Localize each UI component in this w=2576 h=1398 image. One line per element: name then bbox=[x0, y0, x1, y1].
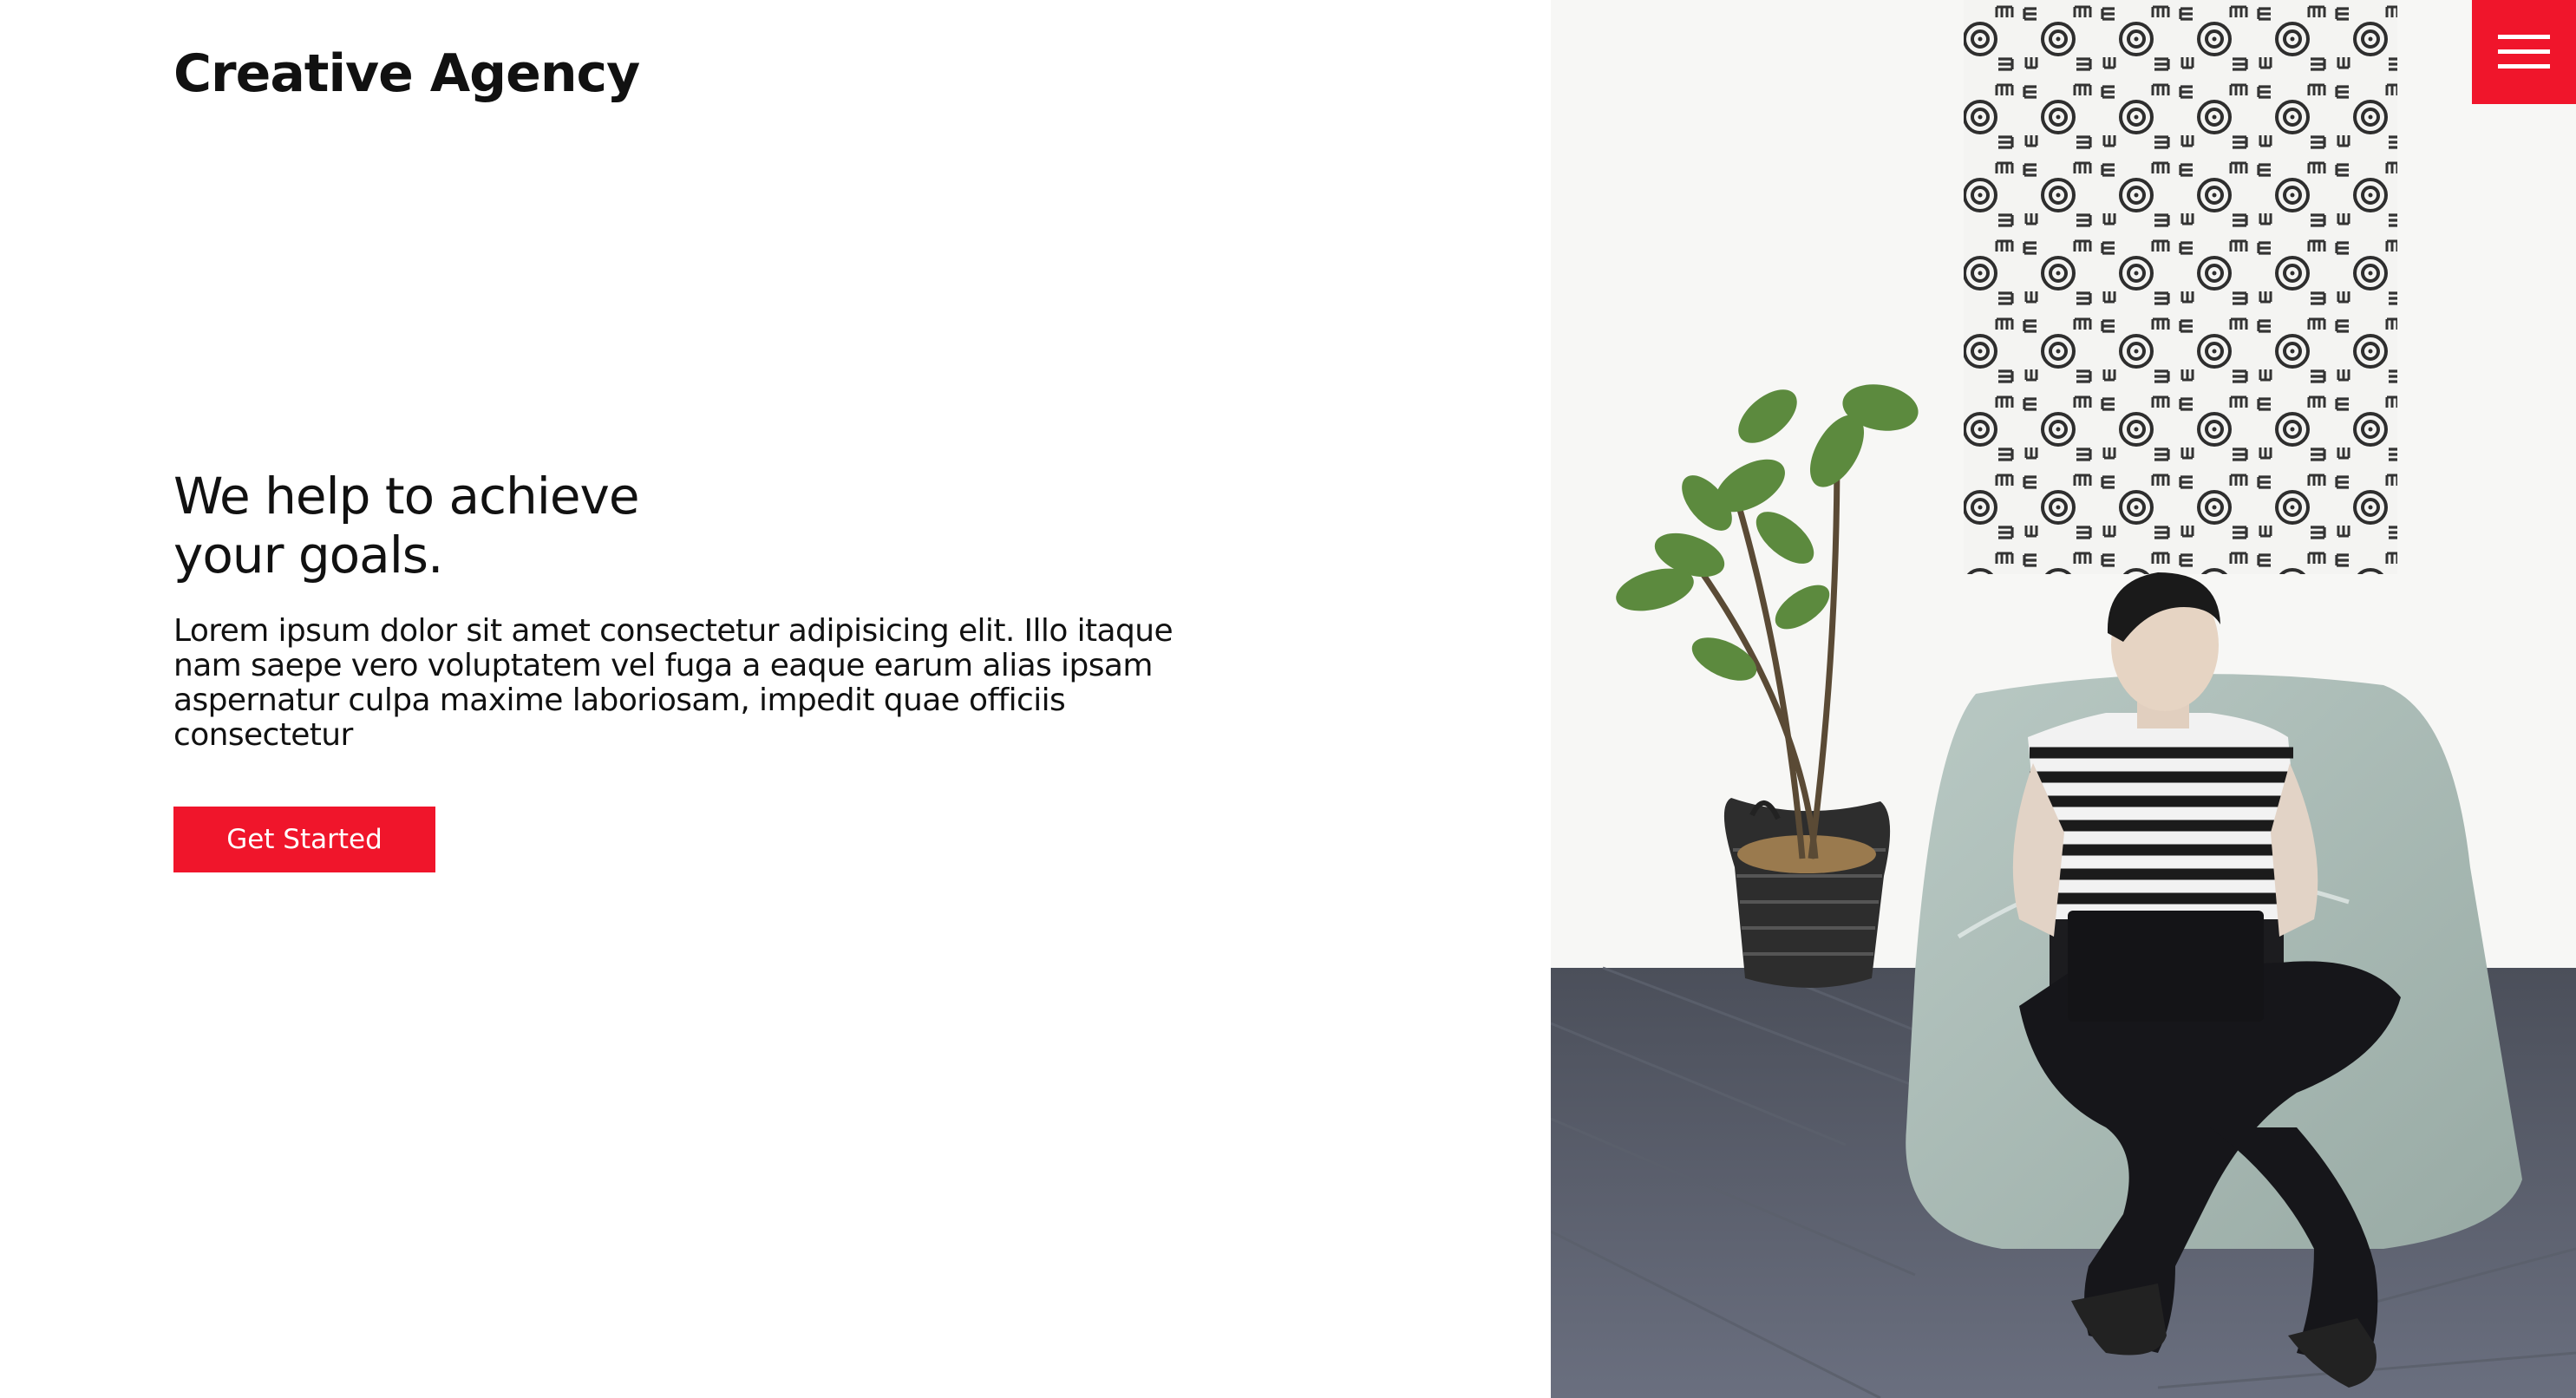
hero-section: We help to achieve your goals. Lorem ips… bbox=[173, 467, 1214, 872]
hamburger-menu-icon bbox=[2498, 35, 2550, 69]
brand-logo[interactable]: Creative Agency bbox=[173, 43, 640, 104]
hero-description: Lorem ipsum dolor sit amet consectetur a… bbox=[173, 613, 1174, 753]
page: Creative Agency We help to achieve your … bbox=[0, 0, 2576, 1398]
hero-photo bbox=[1551, 0, 2576, 1398]
hero-headline-line-2: your goals. bbox=[173, 526, 443, 585]
menu-button[interactable] bbox=[2472, 0, 2576, 104]
get-started-button[interactable]: Get Started bbox=[173, 807, 435, 872]
hero-headline-line-1: We help to achieve bbox=[173, 467, 640, 526]
hero-headline: We help to achieve your goals. bbox=[173, 467, 729, 585]
wall-art bbox=[1964, 0, 2397, 574]
